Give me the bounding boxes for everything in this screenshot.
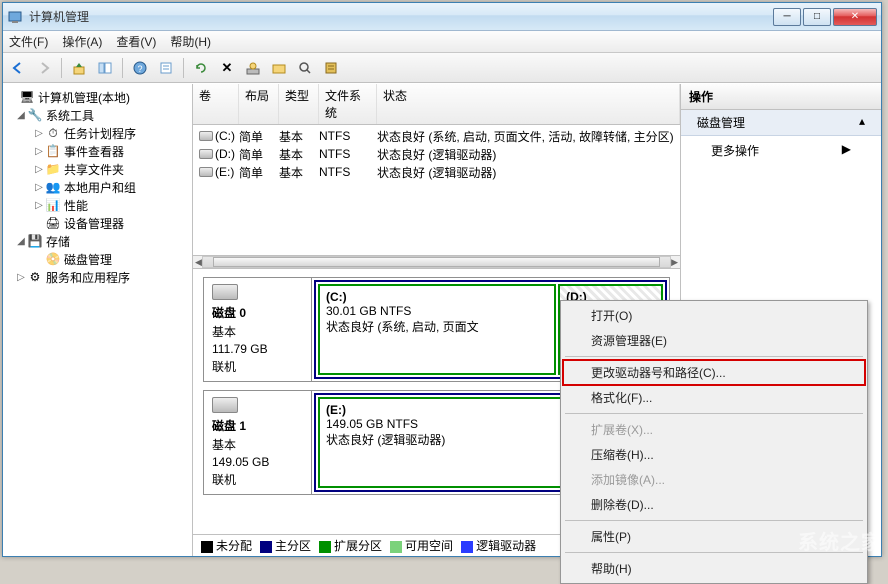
menu-file[interactable]: 文件(F) bbox=[9, 33, 48, 50]
storage-icon: 💾 bbox=[27, 233, 43, 249]
col-type[interactable]: 类型 bbox=[279, 84, 319, 124]
actions-more[interactable]: 更多操作▶ bbox=[681, 136, 881, 165]
tools-icon: 🔧 bbox=[27, 107, 43, 123]
show-hide-tree-button[interactable] bbox=[94, 57, 116, 79]
computer-icon: 🖥 bbox=[19, 89, 35, 105]
col-status[interactable]: 状态 bbox=[377, 84, 680, 124]
ctx-delete[interactable]: 删除卷(D)... bbox=[563, 492, 865, 517]
ctx-shrink[interactable]: 压缩卷(H)... bbox=[563, 442, 865, 467]
ctx-format[interactable]: 格式化(F)... bbox=[563, 385, 865, 410]
tree-event-viewer[interactable]: ▷📋事件查看器 bbox=[3, 142, 192, 160]
tree-task-scheduler[interactable]: ▷⏱任务计划程序 bbox=[3, 124, 192, 142]
perf-icon: 📊 bbox=[45, 197, 61, 213]
toolbar: ? ✕ bbox=[3, 53, 881, 83]
volume-icon bbox=[199, 167, 213, 177]
event-icon: 📋 bbox=[45, 143, 61, 159]
disk-icon bbox=[212, 397, 238, 413]
delete-icon[interactable]: ✕ bbox=[216, 57, 238, 79]
tree-local-users[interactable]: ▷👥本地用户和组 bbox=[3, 178, 192, 196]
context-menu: 打开(O) 资源管理器(E) 更改驱动器号和路径(C)... 格式化(F)...… bbox=[560, 300, 868, 584]
folder-icon[interactable] bbox=[268, 57, 290, 79]
menubar: 文件(F) 操作(A) 查看(V) 帮助(H) bbox=[3, 31, 881, 53]
disk-info: 磁盘 1 基本 149.05 GB 联机 bbox=[204, 391, 312, 494]
menu-separator bbox=[565, 413, 863, 414]
help-button[interactable]: ? bbox=[129, 57, 151, 79]
chevron-right-icon: ▶ bbox=[842, 142, 851, 159]
window-title: 计算机管理 bbox=[29, 8, 773, 25]
ctx-change-drive-letter[interactable]: 更改驱动器号和路径(C)... bbox=[563, 360, 865, 385]
disk-icon bbox=[212, 284, 238, 300]
back-button[interactable] bbox=[7, 57, 29, 79]
tree-system-tools[interactable]: ◢🔧系统工具 bbox=[3, 106, 192, 124]
swatch-primary bbox=[260, 541, 272, 553]
settings-icon[interactable] bbox=[242, 57, 264, 79]
users-icon: 👥 bbox=[45, 179, 61, 195]
volume-rows: (C:)简单基本NTFS状态良好 (系统, 启动, 页面文件, 活动, 故障转储… bbox=[193, 125, 680, 183]
folder-shared-icon: 📁 bbox=[45, 161, 61, 177]
table-row[interactable]: (D:)简单基本NTFS状态良好 (逻辑驱动器) bbox=[193, 145, 680, 163]
ctx-explorer[interactable]: 资源管理器(E) bbox=[563, 328, 865, 353]
services-icon: ⚙ bbox=[27, 269, 43, 285]
volume-icon bbox=[199, 131, 213, 141]
ctx-help[interactable]: 帮助(H) bbox=[563, 556, 865, 581]
menu-action[interactable]: 操作(A) bbox=[62, 33, 102, 50]
swatch-logical bbox=[461, 541, 473, 553]
app-icon bbox=[7, 9, 23, 25]
forward-button bbox=[33, 57, 55, 79]
tree-performance[interactable]: ▷📊性能 bbox=[3, 196, 192, 214]
menu-separator bbox=[565, 552, 863, 553]
horizontal-scrollbar[interactable]: ◀ ▶ bbox=[193, 255, 680, 269]
col-fs[interactable]: 文件系统 bbox=[319, 84, 377, 124]
volume-table-header: 卷 布局 类型 文件系统 状态 bbox=[193, 84, 680, 125]
volume-icon bbox=[199, 149, 213, 159]
menu-view[interactable]: 查看(V) bbox=[116, 33, 156, 50]
search-icon[interactable] bbox=[294, 57, 316, 79]
disk-info: 磁盘 0 基本 111.79 GB 联机 bbox=[204, 278, 312, 381]
disk-icon: 📀 bbox=[45, 251, 61, 267]
list-icon[interactable] bbox=[320, 57, 342, 79]
menu-separator bbox=[565, 356, 863, 357]
swatch-free bbox=[390, 541, 402, 553]
tree-device-manager[interactable]: 🖨设备管理器 bbox=[3, 214, 192, 232]
window-controls: ─ □ ✕ bbox=[773, 8, 877, 26]
actions-header: 操作 bbox=[681, 84, 881, 110]
tree-root[interactable]: 🖥计算机管理(本地) bbox=[3, 88, 192, 106]
menu-separator bbox=[565, 520, 863, 521]
swatch-unallocated bbox=[201, 541, 213, 553]
up-button[interactable] bbox=[68, 57, 90, 79]
tree-services[interactable]: ▷⚙服务和应用程序 bbox=[3, 268, 192, 286]
table-row[interactable]: (C:)简单基本NTFS状态良好 (系统, 启动, 页面文件, 活动, 故障转储… bbox=[193, 127, 680, 145]
tree-disk-management[interactable]: 📀磁盘管理 bbox=[3, 250, 192, 268]
ctx-open[interactable]: 打开(O) bbox=[563, 303, 865, 328]
menu-help[interactable]: 帮助(H) bbox=[170, 33, 211, 50]
toolbar-separator bbox=[183, 58, 184, 78]
minimize-button[interactable]: ─ bbox=[773, 8, 801, 26]
col-layout[interactable]: 布局 bbox=[239, 84, 279, 124]
table-row[interactable]: (E:)简单基本NTFS状态良好 (逻辑驱动器) bbox=[193, 163, 680, 181]
device-icon: 🖨 bbox=[45, 215, 61, 231]
properties-button[interactable] bbox=[155, 57, 177, 79]
titlebar: 计算机管理 ─ □ ✕ bbox=[3, 3, 881, 31]
actions-diskmgmt[interactable]: 磁盘管理▴ bbox=[681, 110, 881, 136]
toolbar-separator bbox=[122, 58, 123, 78]
clock-icon: ⏱ bbox=[45, 125, 61, 141]
toolbar-separator bbox=[61, 58, 62, 78]
maximize-button[interactable]: □ bbox=[803, 8, 831, 26]
partition-c[interactable]: (C:) 30.01 GB NTFS 状态良好 (系统, 启动, 页面文 bbox=[318, 284, 556, 375]
ctx-extend: 扩展卷(X)... bbox=[563, 417, 865, 442]
collapse-icon: ▴ bbox=[859, 114, 865, 131]
nav-tree[interactable]: 🖥计算机管理(本地) ◢🔧系统工具 ▷⏱任务计划程序 ▷📋事件查看器 ▷📁共享文… bbox=[3, 84, 193, 556]
tree-storage[interactable]: ◢💾存储 bbox=[3, 232, 192, 250]
ctx-properties[interactable]: 属性(P) bbox=[563, 524, 865, 549]
svg-text:?: ? bbox=[137, 64, 142, 74]
ctx-add-mirror: 添加镜像(A)... bbox=[563, 467, 865, 492]
tree-shared-folders[interactable]: ▷📁共享文件夹 bbox=[3, 160, 192, 178]
close-button[interactable]: ✕ bbox=[833, 8, 877, 26]
swatch-extended bbox=[319, 541, 331, 553]
col-volume[interactable]: 卷 bbox=[193, 84, 239, 124]
refresh-button[interactable] bbox=[190, 57, 212, 79]
